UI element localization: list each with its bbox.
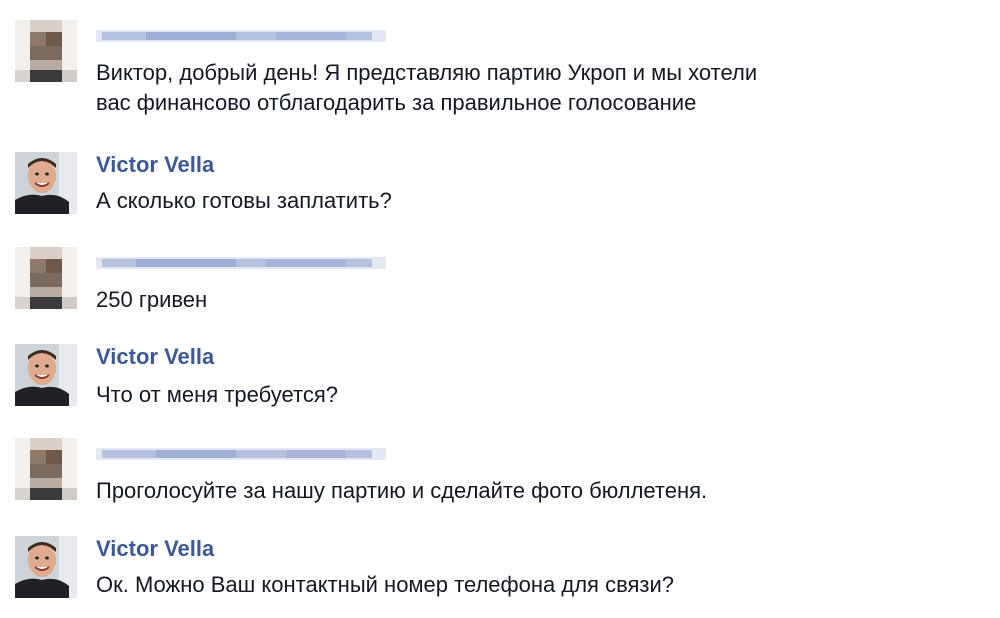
sender-name[interactable]: Victor Vella (96, 344, 214, 370)
message-5: Проголосуйте за нашу партию и сделайте ф… (15, 438, 985, 508)
profile-photo-icon[interactable] (15, 344, 77, 406)
message-6: Victor Vella Ок. Можно Ваш контактный но… (15, 536, 985, 606)
sender-name[interactable]: Victor Vella (96, 152, 214, 178)
blurred-sender-name[interactable] (96, 253, 386, 271)
blurred-sender-name[interactable] (96, 444, 386, 462)
profile-photo-icon[interactable] (15, 152, 77, 214)
message-1: Виктор, добрый день! Я представляю парти… (15, 20, 985, 120)
message-text: 250 гривен (96, 287, 208, 312)
pixelated-avatar-icon[interactable] (15, 438, 77, 500)
message-text: А сколько готовы заплатить? (96, 188, 392, 213)
message-4: Victor Vella Что от меня требуется? (15, 344, 985, 414)
message-3: 250 гривен (15, 247, 985, 317)
profile-photo-icon[interactable] (15, 536, 77, 598)
message-text: вас финансово отблагодарить за правильно… (96, 90, 697, 115)
message-text: Что от меня требуется? (96, 382, 338, 407)
sender-name[interactable]: Victor Vella (96, 536, 214, 562)
pixelated-avatar-icon[interactable] (15, 20, 77, 82)
message-text: Проголосуйте за нашу партию и сделайте ф… (96, 478, 708, 503)
blurred-sender-name[interactable] (96, 26, 386, 44)
pixelated-avatar-icon[interactable] (15, 247, 77, 309)
message-2: Victor Vella А сколько готовы заплатить? (15, 152, 985, 222)
message-text: Ок. Можно Ваш контактный номер телефона … (96, 572, 675, 597)
message-text: Виктор, добрый день! Я представляю парти… (96, 60, 758, 85)
